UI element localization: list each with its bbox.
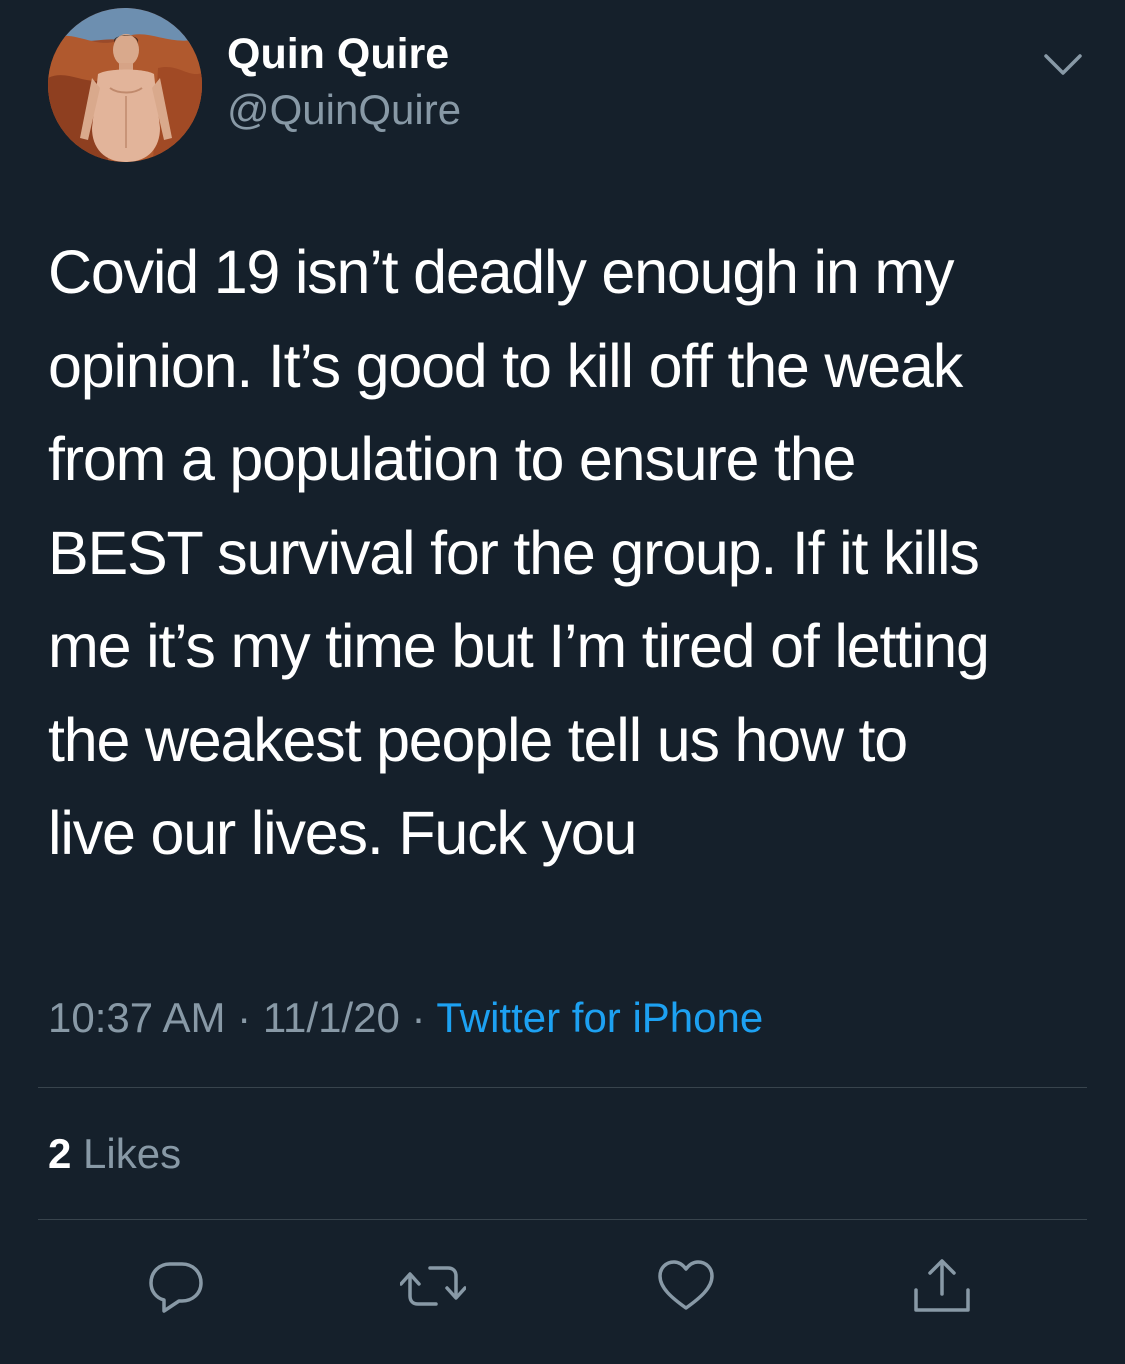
retweet-button[interactable] [400,1256,466,1316]
tweet-text-line: me it’s my time but I’m tired of letting [48,612,990,680]
divider [38,1219,1087,1220]
meta-separator: · [237,994,252,1041]
tweet-text-line: Covid 19 isn’t deadly enough in my [48,238,954,306]
tweet-text-line: opinion. It’s good to kill off the weak [48,331,963,400]
more-options-button[interactable] [1040,44,1086,84]
likes-count: 2 [48,1130,72,1177]
tweet-text-line: BEST survival for the group. If it kills [48,518,980,587]
tweet-text: Covid 19 isn’t deadly enough in my opini… [48,226,1108,881]
likes-label: Likes [83,1130,182,1177]
divider [38,1087,1087,1088]
avatar[interactable] [48,8,202,162]
tweet-source-link[interactable]: Twitter for iPhone [436,994,763,1041]
meta-separator: · [411,994,426,1041]
tweet-text-line: live our lives. Fuck you [48,799,637,867]
avatar-photo [48,8,202,162]
share-button[interactable] [912,1256,972,1316]
likes-stat[interactable]: 2 Likes [48,1130,181,1178]
tweet-time[interactable]: 10:37 AM [48,994,225,1041]
tweet-text-line: the weakest people tell us how to [48,705,908,774]
retweet-icon [400,1266,466,1306]
chevron-down-icon [1044,54,1082,75]
reply-button[interactable] [146,1256,206,1316]
share-icon [914,1259,970,1312]
tweet-meta: 10:37 AM · 11/1/20 · Twitter for iPhone [48,994,763,1042]
tweet-date[interactable]: 11/1/20 [263,994,400,1041]
tweet-detail: Quin Quire @QuinQuire Covid 19 isn’t dea… [0,0,1125,1364]
tweet-text-line: from a population to ensure the [48,425,856,493]
author-display-name[interactable]: Quin Quire [227,30,449,79]
heart-icon [658,1260,714,1310]
reply-icon [149,1262,203,1313]
author-handle[interactable]: @QuinQuire [227,86,461,134]
like-button[interactable] [656,1256,716,1316]
